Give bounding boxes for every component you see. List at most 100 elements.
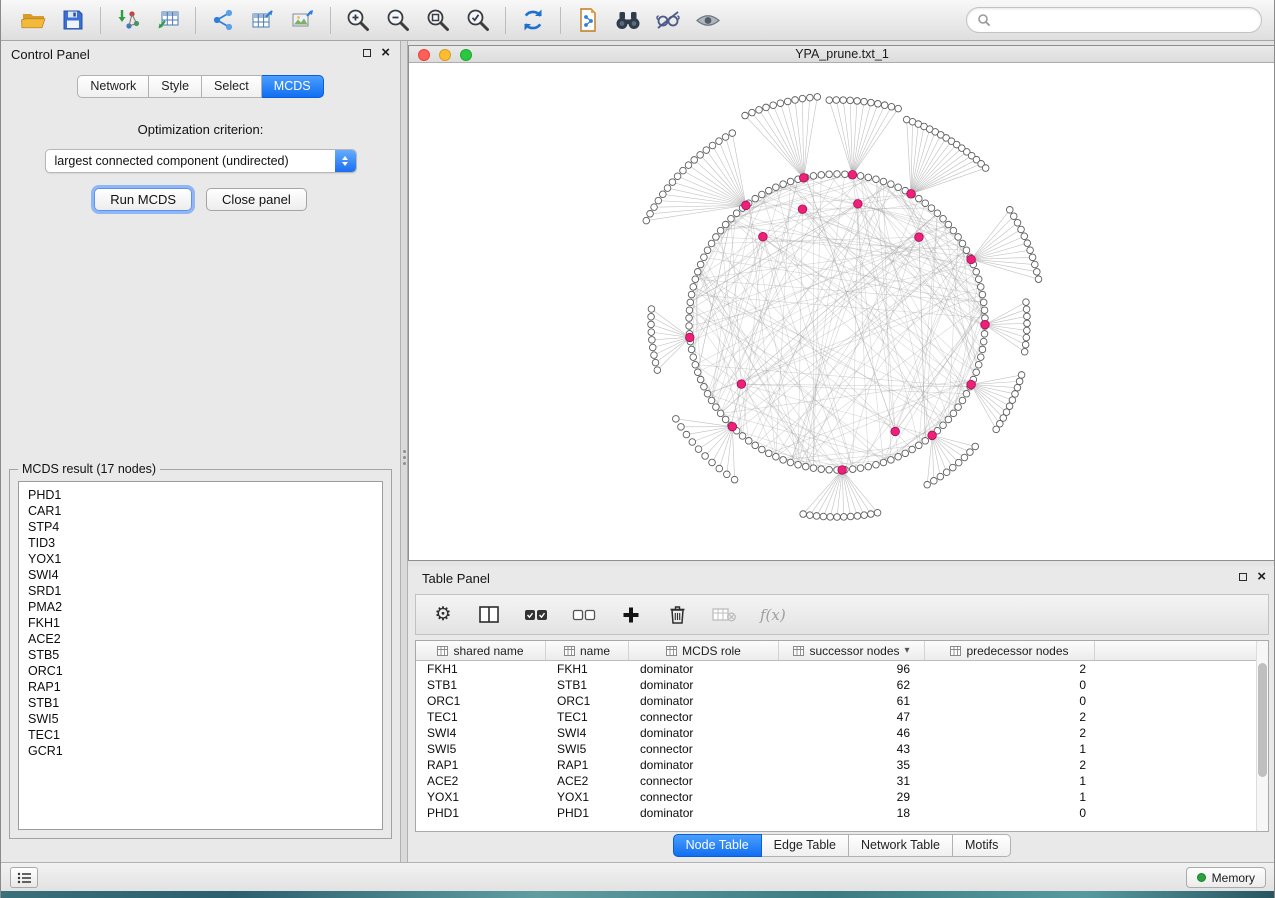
mcds-result-item[interactable]: STB5 [28,647,382,663]
refresh-view-icon[interactable] [513,5,553,36]
table-row[interactable]: FKH1 FKH1 dominator 96 2 [416,661,1256,677]
toolbar-separator [100,7,101,34]
table-row[interactable]: SWI5 SWI5 connector 43 1 [416,741,1256,757]
export-table-icon[interactable] [243,5,283,36]
desktop-wallpaper-strip [1,891,1275,898]
column-header-mcds-role[interactable]: MCDS role [629,641,779,660]
optimization-criterion-value: largest connected component (undirected) [55,154,289,168]
network-graph[interactable] [409,63,1275,560]
import-network-icon[interactable] [108,5,148,36]
mcds-result-item[interactable]: SWI4 [28,567,382,583]
add-row-plus-icon[interactable] [620,603,642,627]
delete-table-disabled-icon [712,603,736,627]
network-window-titlebar[interactable]: YPA_prune.txt_1 [409,46,1275,63]
mcds-result-item[interactable]: SRD1 [28,583,382,599]
close-table-panel-icon[interactable]: × [1257,572,1266,582]
table-row[interactable]: YOX1 YOX1 connector 29 1 [416,789,1256,805]
mcds-result-item[interactable]: CAR1 [28,503,382,519]
open-session-icon[interactable] [13,5,53,36]
column-header-shared-name[interactable]: shared name [416,641,546,660]
table-panel-title: Table Panel [422,571,490,586]
control-panel-tabs: Network Style Select MCDS [1,75,400,98]
float-panel-icon[interactable] [363,49,371,57]
table-settings-gear-icon[interactable]: ⚙ [432,603,454,627]
column-type-icon [793,646,804,656]
table-scrollbar[interactable] [1256,641,1268,831]
column-header-successor-nodes[interactable]: successor nodes ▾ [779,641,925,660]
save-session-icon[interactable] [53,5,93,36]
zoom-fit-icon[interactable] [418,5,458,36]
unselect-all-checkboxes-icon[interactable] [572,603,596,627]
mcds-result-item[interactable]: SWI5 [28,711,382,727]
vertical-splitter[interactable] [401,41,408,862]
select-stepper-icon [335,150,356,172]
export-network-icon[interactable] [203,5,243,36]
float-table-panel-icon[interactable] [1239,573,1247,581]
optimization-criterion-select[interactable]: largest connected component (undirected) [45,149,357,173]
zoom-selected-icon[interactable] [458,5,498,36]
mcds-result-item[interactable]: FKH1 [28,615,382,631]
mcds-result-list[interactable]: PHD1CAR1STP4TID3YOX1SWI4SRD1PMA2FKH1ACE2… [18,481,383,830]
table-toolbar: ⚙ f(x) [415,594,1269,635]
split-column-icon[interactable] [478,603,500,627]
export-image-icon[interactable] [283,5,323,36]
toolbar-separator [505,7,506,34]
mcds-result-item[interactable]: TEC1 [28,727,382,743]
tab-network[interactable]: Network [77,75,149,98]
run-mcds-button[interactable]: Run MCDS [94,188,192,211]
share-document-icon[interactable] [568,5,608,36]
zoom-out-icon[interactable] [378,5,418,36]
memory-button[interactable]: Memory [1186,867,1266,888]
zoom-in-icon[interactable] [338,5,378,36]
column-type-icon [437,646,448,656]
close-panel-icon[interactable]: × [381,48,390,58]
mcds-result-item[interactable]: ORC1 [28,663,382,679]
hide-selected-icon[interactable] [648,5,688,36]
mcds-result-item[interactable]: PMA2 [28,599,382,615]
tab-network-table[interactable]: Network Table [849,834,953,857]
maximize-window-icon[interactable] [460,49,472,61]
search-icon [977,13,991,27]
show-hidden-icon[interactable] [688,5,728,36]
mcds-result-item[interactable]: YOX1 [28,551,382,567]
delete-trash-icon[interactable] [666,603,688,627]
table-row[interactable]: STB1 STB1 dominator 62 0 [416,677,1256,693]
status-bar: Memory [1,862,1275,891]
mcds-result-item[interactable]: STP4 [28,519,382,535]
tab-select[interactable]: Select [202,75,262,98]
minimize-window-icon[interactable] [439,49,451,61]
import-table-icon[interactable] [148,5,188,36]
show-panels-menu-button[interactable] [10,867,38,888]
close-window-icon[interactable] [418,49,430,61]
tab-style[interactable]: Style [149,75,202,98]
table-row[interactable]: PHD1 PHD1 dominator 18 0 [416,805,1256,821]
table-panel: Table Panel × ⚙ [408,566,1275,862]
table-row[interactable]: ORC1 ORC1 dominator 61 0 [416,693,1256,709]
search-input[interactable] [997,13,1251,27]
tab-node-table[interactable]: Node Table [673,834,762,857]
splitter-handle-icon [403,447,406,468]
network-canvas[interactable] [409,63,1275,560]
mcds-result-item[interactable]: TID3 [28,535,382,551]
table-row[interactable]: ACE2 ACE2 connector 31 1 [416,773,1256,789]
close-panel-button[interactable]: Close panel [206,188,307,211]
tab-motifs[interactable]: Motifs [953,834,1011,857]
mcds-result-item[interactable]: RAP1 [28,679,382,695]
toolbar-separator [330,7,331,34]
column-header-name[interactable]: name [546,641,629,660]
mcds-result-item[interactable]: GCR1 [28,743,382,759]
tab-edge-table[interactable]: Edge Table [762,834,849,857]
tab-mcds[interactable]: MCDS [262,75,324,98]
mcds-result-item[interactable]: ACE2 [28,631,382,647]
search-box[interactable] [966,7,1262,33]
table-row[interactable]: TEC1 TEC1 connector 47 2 [416,709,1256,725]
network-window-title: YPA_prune.txt_1 [409,46,1275,62]
select-all-checkboxes-icon[interactable] [524,603,548,627]
search-binoculars-icon[interactable] [608,5,648,36]
scrollbar-thumb[interactable] [1258,663,1267,777]
column-header-predecessor-nodes[interactable]: predecessor nodes [925,641,1095,660]
mcds-result-item[interactable]: PHD1 [28,487,382,503]
mcds-result-item[interactable]: STB1 [28,695,382,711]
table-row[interactable]: SWI4 SWI4 dominator 46 2 [416,725,1256,741]
table-row[interactable]: RAP1 RAP1 dominator 35 2 [416,757,1256,773]
